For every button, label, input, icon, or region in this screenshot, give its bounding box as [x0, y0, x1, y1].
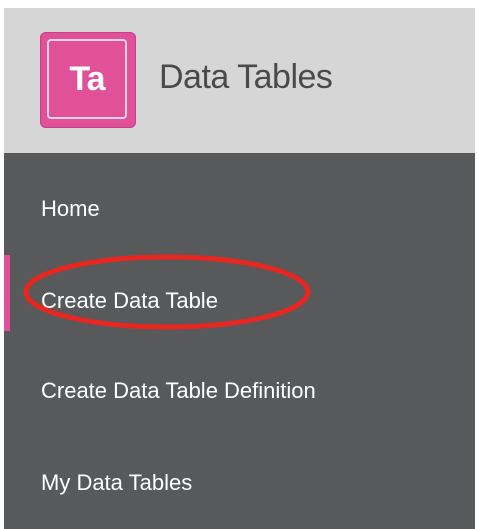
nav-item-label: My Data Tables [41, 470, 193, 495]
nav-item-label: Create Data Table [41, 288, 218, 313]
active-indicator [4, 255, 10, 331]
nav-item-create-data-table[interactable]: Create Data Table [4, 255, 475, 347]
app-header: Ta Data Tables [4, 8, 475, 153]
nav-item-label: Create Data Table Definition [41, 378, 316, 403]
logo-border: Ta [47, 39, 127, 119]
nav-item-my-data-tables[interactable]: My Data Tables [4, 437, 475, 529]
app-title: Data Tables [159, 58, 333, 96]
nav-item-create-data-table-definition[interactable]: Create Data Table Definition [4, 345, 475, 437]
app-frame: Ta Data Tables Home Create Data Table Cr… [4, 8, 475, 529]
sidebar-nav: Home Create Data Table Create Data Table… [4, 153, 475, 529]
nav-item-home[interactable]: Home [4, 163, 475, 255]
logo-text: Ta [69, 60, 105, 98]
nav-item-label: Home [41, 196, 100, 221]
app-logo[interactable]: Ta [40, 32, 136, 128]
